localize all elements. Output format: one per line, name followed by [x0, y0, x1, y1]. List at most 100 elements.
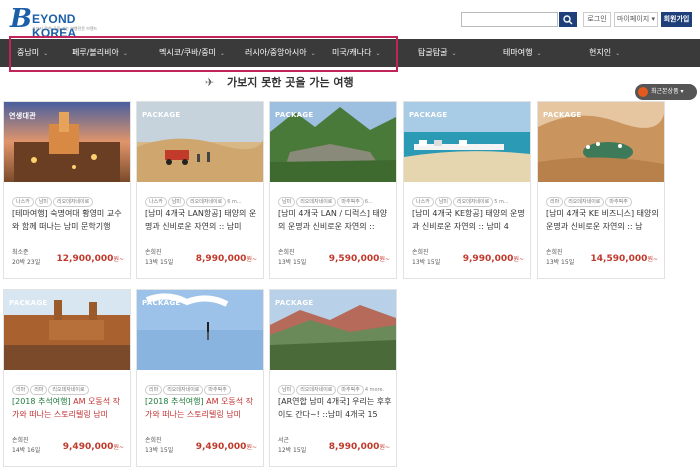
logo[interactable]: B EYOND KOREA 가보지 못한 곳을 가는 여행전문 브랜드 [10, 4, 120, 40]
price-value: 12,900,000 [56, 254, 114, 264]
product-image[interactable]: PACKAGE [270, 102, 396, 182]
price-value: 9,490,000 [195, 442, 247, 452]
product-period: 12박 15일 [278, 447, 307, 454]
clock-icon [638, 87, 648, 97]
product-badge: PACKAGE [409, 111, 448, 119]
product-title[interactable]: [2018 추석여행] AM 오동석 작가와 떠나는 스토리텔링 남미 [12, 395, 126, 421]
price-unit: 원~ [379, 256, 390, 263]
tag[interactable]: 남미 [434, 197, 453, 207]
tag[interactable]: 남미 [278, 197, 296, 207]
tag[interactable]: 리오데자네이로 [53, 197, 94, 207]
product-card[interactable]: PACKAGE 리마 리오데자네이로 마추픽추 [남미 4개국 KE 비즈니스] 태양의… [537, 101, 665, 279]
tag[interactable]: 마추픽추 [337, 385, 364, 395]
product-price: 9,990,000원~ [463, 254, 524, 264]
price-unit: 원~ [113, 444, 124, 451]
product-card[interactable]: 연생대관나스카 남미 리오데자네이로 [테마여행] 숙명여대 황영미 교수와 함께 떠… [3, 101, 131, 279]
nav-item-theme[interactable]: 테마여행 ⌄ [503, 39, 541, 67]
product-title[interactable]: [AR연합 남미 4개국] 우리는 후후이도 간다~! ::남미 4개국 15 [278, 395, 392, 421]
price-unit: 원~ [246, 444, 257, 451]
product-title-main: [2018 추석여행] [12, 397, 71, 406]
tag-list: 남미 리오데자네이로 마추픽추 4 more. [278, 376, 384, 395]
price-unit: 원~ [246, 256, 257, 263]
tag-list: 리마 리오데자네이로 마추픽추 [546, 188, 633, 207]
product-card[interactable]: PACKAGE 남미 리오데자네이로 마추픽추 6... [남미 4개국 LAN / 디럭… [269, 101, 397, 279]
join-button[interactable]: 회원가입 [661, 12, 692, 27]
price-unit: 원~ [513, 256, 524, 263]
tag[interactable]: 마추픽추 [204, 385, 231, 395]
product-author: 손희진 [278, 249, 295, 256]
nav-label: 테마여행 [503, 48, 533, 57]
product-card[interactable]: PACKAGE 나스카 남미 리오데자네이로 6 m... [남미 4개국 LAN항공] … [136, 101, 264, 279]
tag[interactable]: 남미 [167, 197, 186, 207]
product-card[interactable]: PACKAGE 리마 리오데자네이로 마추픽추 [2018 추석여행] AM 오동석 작… [136, 289, 264, 467]
product-title-main: [AR연합 남미 4개국] 우리는 후후이도 간다~! ::남미 4개국 15 [278, 397, 392, 419]
tag[interactable]: 리오데자네이로 [453, 197, 494, 207]
product-title[interactable]: [2018 추석여행] AM 오동석 작가와 떠나는 스토리텔링 남미 [145, 395, 259, 421]
product-card[interactable]: PACKAGE 나스카 남미 리오데자네이로 5 m... [남미 4개국 KE항공] 태… [403, 101, 531, 279]
tag-more[interactable]: 6... [365, 199, 373, 205]
tag-more[interactable]: 4 more. [365, 387, 384, 393]
product-card[interactable]: PACKAGE 남미 리오데자네이로 마추픽추 4 more. [AR연합 남미 4개국]… [269, 289, 397, 467]
tag-more[interactable]: 6 m... [227, 199, 241, 205]
product-image[interactable]: PACKAGE [137, 102, 263, 182]
nav-item-local[interactable]: 현지인 ⌄ [589, 39, 620, 67]
product-period: 13박 15일 [546, 259, 575, 266]
tag[interactable]: 리오데자네이로 [564, 197, 605, 207]
search-input[interactable] [461, 12, 558, 27]
recent-items-button[interactable]: 최근본상품 ▾ [635, 84, 697, 100]
tag[interactable]: 리마 [145, 385, 163, 395]
product-image[interactable]: PACKAGE [270, 290, 396, 370]
product-image[interactable]: PACKAGE [4, 290, 130, 370]
product-period: 13박 15일 [145, 259, 174, 266]
price-unit: 원~ [113, 256, 124, 263]
product-title-main: [남미 4개국 LAN항공] 태양의 운명과 신비로운 자연의 :: 남미 [145, 209, 257, 231]
tag[interactable]: 리오데자네이로 [296, 385, 337, 395]
chevron-down-icon: ⌄ [451, 50, 457, 57]
product-card[interactable]: PACKAGE 리마 리마 리오데자네이로 [2018 추석여행] AM 오동석 작가와… [3, 289, 131, 467]
tag[interactable]: 리오데자네이로 [163, 385, 204, 395]
tag[interactable]: 나스카 [12, 197, 34, 207]
tag[interactable]: 리마 [30, 385, 48, 395]
product-image[interactable]: PACKAGE [404, 102, 530, 182]
search-button[interactable] [559, 12, 577, 27]
product-title[interactable]: [남미 4개국 LAN / 디럭스] 태양의 운명과 신비로운 자연의 :: [278, 207, 392, 233]
price-unit: 원~ [647, 256, 658, 263]
product-title[interactable]: [남미 4개국 KE 비즈니스] 태양의 운명과 신비로운 자연의 :: 남 [546, 207, 660, 233]
tag-list: 나스카 남미 리오데자네이로 5 m... [412, 188, 509, 207]
product-image[interactable]: PACKAGE [137, 290, 263, 370]
top-bar: B EYOND KOREA 가보지 못한 곳을 가는 여행전문 브랜드 로그인 … [0, 0, 700, 40]
nav-item-tamgul[interactable]: 탐굴탐굴 ⌄ [418, 39, 456, 67]
tag-list: 남미 리오데자네이로 마추픽추 6... [278, 188, 373, 207]
login-link[interactable]: 로그인 [583, 12, 611, 27]
tag-list: 리마 리마 리오데자네이로 [12, 376, 90, 395]
price-value: 8,990,000 [328, 442, 380, 452]
price-value: 8,990,000 [195, 254, 247, 264]
tag[interactable]: 남미 [278, 385, 296, 395]
tag[interactable]: 리오데자네이로 [48, 385, 89, 395]
tag[interactable]: 리오데자네이로 [186, 197, 227, 207]
tag[interactable]: 나스카 [145, 197, 167, 207]
nav-label: 탐굴탐굴 [418, 48, 448, 57]
product-badge: PACKAGE [142, 111, 181, 119]
tag[interactable]: 리마 [546, 197, 564, 207]
product-author: 손희진 [546, 249, 563, 256]
product-title-main: [테마여행] 숙명여대 황영미 교수와 함께 떠나는 남미 문학기행 [12, 209, 122, 231]
tag[interactable]: 마추픽추 [605, 197, 632, 207]
chevron-down-icon: ⌄ [615, 50, 621, 57]
tag[interactable]: 리오데자네이로 [296, 197, 337, 207]
tag-more[interactable]: 5 m... [494, 199, 508, 205]
product-image[interactable]: PACKAGE [538, 102, 664, 182]
tag[interactable]: 나스카 [412, 197, 434, 207]
product-title[interactable]: [남미 4개국 LAN항공] 태양의 운명과 신비로운 자연의 :: 남미 [145, 207, 259, 233]
product-price: 12,900,000원~ [57, 254, 125, 264]
nav-label: 현지인 [589, 48, 612, 57]
product-title[interactable]: [테마여행] 숙명여대 황영미 교수와 함께 떠나는 남미 문학기행 [12, 207, 126, 233]
product-price: 8,990,000원~ [196, 254, 257, 264]
tag[interactable]: 마추픽추 [337, 197, 364, 207]
product-image[interactable]: 연생대관 [4, 102, 130, 182]
product-title[interactable]: [남미 4개국 KE항공] 태양의 운명과 신비로운 자연의 :: 남미 4 [412, 207, 526, 233]
tag[interactable]: 남미 [34, 197, 53, 207]
mypage-dropdown[interactable]: 마이페이지 ▾ [614, 12, 658, 27]
tag[interactable]: 리마 [12, 385, 30, 395]
logo-letter: B [10, 4, 32, 34]
